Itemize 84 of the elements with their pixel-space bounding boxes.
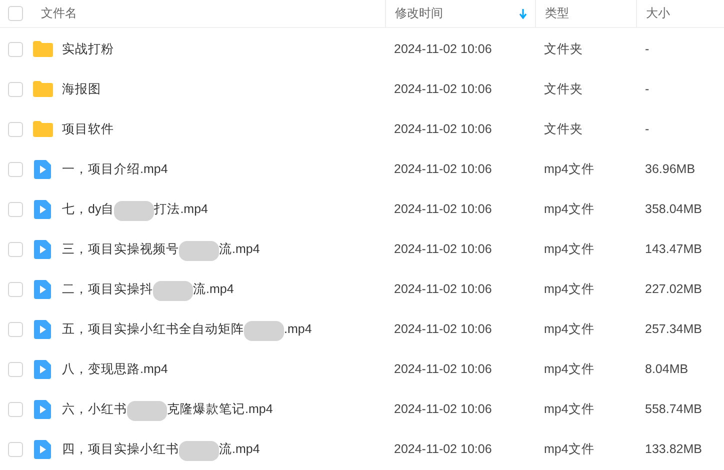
- file-type: 文件夹: [543, 40, 584, 58]
- file-name[interactable]: 流.mp4: [193, 280, 234, 298]
- file-size: 133.82MB: [644, 442, 703, 456]
- file-type: mp4文件: [543, 400, 596, 418]
- row-checkbox[interactable]: [8, 402, 23, 416]
- file-name[interactable]: .mp4: [284, 322, 312, 336]
- file-type: mp4文件: [543, 320, 596, 338]
- blur-patch: [153, 281, 193, 301]
- row-checkbox[interactable]: [8, 202, 23, 216]
- file-name[interactable]: 克隆爆款笔记.mp4: [167, 400, 273, 418]
- file-name[interactable]: 二，项目实操抖: [62, 280, 153, 298]
- folder-icon: [32, 120, 54, 138]
- row-checkbox[interactable]: [8, 362, 23, 376]
- row-checkbox[interactable]: [8, 162, 23, 176]
- file-name[interactable]: 项目软件: [62, 120, 114, 138]
- modified-time: 2024-11-02 10:06: [393, 282, 493, 296]
- blur-patch: [127, 401, 167, 421]
- file-name[interactable]: 一，项目介绍.mp4: [62, 160, 168, 178]
- file-type: 文件夹: [543, 80, 584, 98]
- file-name[interactable]: 打法.mp4: [154, 200, 208, 218]
- modified-time: 2024-11-02 10:06: [393, 122, 493, 136]
- video-file-icon: [34, 280, 51, 298]
- video-file-icon: [34, 200, 51, 218]
- file-size: -: [644, 82, 650, 96]
- file-size: 257.34MB: [644, 322, 703, 336]
- file-name[interactable]: 流.mp4: [219, 240, 260, 258]
- file-size: -: [644, 122, 650, 136]
- row-checkbox[interactable]: [8, 322, 23, 336]
- modified-time: 2024-11-02 10:06: [393, 42, 493, 56]
- file-type: mp4文件: [543, 200, 596, 218]
- modified-time: 2024-11-02 10:06: [393, 242, 493, 256]
- video-file-icon: [34, 240, 51, 258]
- blur-patch: [179, 441, 219, 461]
- file-size: 358.04MB: [644, 202, 703, 216]
- file-type: mp4文件: [543, 360, 596, 378]
- row-checkbox[interactable]: [8, 282, 23, 296]
- file-name[interactable]: 五，项目实操小红书全自动矩阵: [62, 320, 244, 338]
- file-type: 文件夹: [543, 120, 584, 138]
- file-name[interactable]: 七，dy自: [62, 200, 114, 218]
- file-size: 558.74MB: [644, 402, 703, 416]
- blur-patch: [114, 201, 154, 221]
- file-type: mp4文件: [543, 240, 596, 258]
- video-file-icon: [34, 360, 51, 378]
- file-name[interactable]: 四，项目实操小红书: [62, 440, 179, 458]
- modified-time: 2024-11-02 10:06: [393, 442, 493, 456]
- file-name[interactable]: 六，小红书: [62, 400, 127, 418]
- video-file-icon: [34, 320, 51, 338]
- file-name[interactable]: 海报图: [62, 80, 101, 98]
- file-size: 227.02MB: [644, 282, 703, 296]
- file-name[interactable]: 三，项目实操视频号: [62, 240, 179, 258]
- select-all-checkbox[interactable]: [8, 6, 23, 21]
- file-size: 36.96MB: [644, 162, 696, 176]
- file-size: -: [644, 42, 650, 56]
- sort-down-icon[interactable]: [519, 8, 527, 18]
- column-header[interactable]: 类型: [545, 5, 569, 22]
- video-file-icon: [34, 160, 51, 178]
- blur-patch: [244, 321, 284, 341]
- folder-icon: [32, 40, 54, 58]
- file-type: mp4文件: [543, 440, 596, 458]
- row-checkbox[interactable]: [8, 122, 23, 136]
- row-checkbox[interactable]: [8, 42, 23, 56]
- modified-time: 2024-11-02 10:06: [393, 82, 493, 96]
- row-checkbox[interactable]: [8, 242, 23, 256]
- file-name[interactable]: 八，变现思路.mp4: [62, 360, 168, 378]
- modified-time: 2024-11-02 10:06: [393, 162, 493, 176]
- video-file-icon: [34, 400, 51, 418]
- column-header[interactable]: 文件名: [41, 5, 77, 22]
- file-type: mp4文件: [543, 280, 596, 298]
- file-type: mp4文件: [543, 160, 596, 178]
- modified-time: 2024-11-02 10:06: [393, 202, 493, 216]
- modified-time: 2024-11-02 10:06: [393, 402, 493, 416]
- row-checkbox[interactable]: [8, 82, 23, 96]
- folder-icon: [32, 80, 54, 98]
- video-file-icon: [34, 440, 51, 458]
- modified-time: 2024-11-02 10:06: [393, 362, 493, 376]
- file-size: 143.47MB: [644, 242, 703, 256]
- file-name[interactable]: 流.mp4: [219, 440, 260, 458]
- column-header[interactable]: 大小: [646, 5, 670, 22]
- modified-time: 2024-11-02 10:06: [393, 322, 493, 336]
- file-name[interactable]: 实战打粉: [62, 40, 114, 58]
- row-checkbox[interactable]: [8, 442, 23, 456]
- blur-patch: [179, 241, 219, 261]
- column-header[interactable]: 修改时间: [395, 5, 443, 22]
- file-size: 8.04MB: [644, 362, 690, 376]
